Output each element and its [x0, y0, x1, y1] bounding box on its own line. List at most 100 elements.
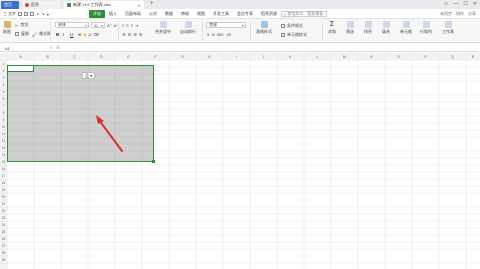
cell-button[interactable]: 单元格	[400, 21, 412, 35]
close-window-icon[interactable]: ✕	[473, 1, 477, 7]
filter-label: 筛选	[346, 29, 354, 34]
cut-label: 剪切	[20, 22, 29, 27]
border-icon[interactable]: ⊞	[78, 32, 81, 37]
decimal-icon[interactable]: .00	[225, 32, 231, 37]
tab-home[interactable]: 首页	[1, 1, 19, 9]
font-size-select[interactable]: 11 ▾	[91, 22, 105, 28]
currency-icon[interactable]: ¥	[207, 32, 209, 37]
indent-icon[interactable]: ⇥	[135, 23, 138, 28]
tab-start[interactable]: 开始	[89, 10, 105, 18]
spreadsheet-grid[interactable]: ABCDEFGHIJKLMNOPQR 1 2 3 4 5 6 7 8 9 10 11 12 13 14 15…	[0, 53, 480, 269]
wrap-text-button[interactable]: 自动换行	[180, 21, 196, 35]
tab-formulas[interactable]: 公式	[145, 10, 161, 18]
tab-data[interactable]: 数据	[161, 10, 177, 18]
filter-button[interactable]: 筛选	[346, 21, 354, 35]
layout-icon[interactable]: ▭	[444, 1, 449, 7]
conditional-format-icon	[281, 24, 285, 28]
font-color-icon[interactable]: A	[88, 32, 91, 37]
align-top-icon[interactable]: ≡	[122, 23, 124, 28]
thousands-icon[interactable]: 000	[217, 32, 224, 37]
underline-button[interactable]: U	[70, 32, 73, 37]
table-style-label: 表格样式	[256, 29, 272, 34]
divider	[322, 22, 323, 40]
row-col-label: 行和列	[420, 29, 432, 34]
minimize-icon[interactable]: —	[453, 1, 458, 7]
spreadsheet-icon	[67, 3, 71, 7]
align-middle-icon[interactable]: ≡	[126, 23, 128, 28]
new-tab-button[interactable]: +	[150, 1, 154, 8]
align-center-icon[interactable]: ☰	[128, 32, 132, 37]
menu-right-actions: 未同步 协作 分享	[440, 11, 476, 17]
fx-icon[interactable]: fx	[57, 45, 61, 50]
copy-button[interactable]: 复制	[15, 31, 29, 37]
tab-docer-resources[interactable]: 稻壳资源	[257, 10, 281, 18]
tab-review[interactable]: 审阅	[177, 10, 193, 18]
fill-button[interactable]: 填充	[382, 21, 390, 35]
align-left-icon[interactable]: ☰	[122, 32, 126, 37]
font-name-select[interactable]: 宋体 ▾	[55, 22, 89, 28]
increase-font-icon[interactable]: A⁺	[107, 23, 112, 28]
sigma-icon: Σ	[329, 21, 335, 28]
close-tab-icon[interactable]: ✕	[138, 3, 141, 8]
justify-icon[interactable]: ☰	[139, 32, 143, 37]
title-bar: 首页 稻壳 新建 XLS 工作表.xlsx ✕ + ▭ — ☐ ✕	[0, 0, 480, 9]
tab-page-layout[interactable]: 页面布局	[121, 10, 145, 18]
command-search-input[interactable]: ⌕ 查找命令、搜索模板	[281, 11, 327, 17]
arrow-head	[96, 115, 104, 124]
home-tab-label: 首页	[4, 2, 12, 7]
tab-member[interactable]: 会员专享	[233, 10, 257, 18]
align-top-row: ≡ ≡ ≡ ⇥	[122, 23, 138, 28]
row-col-button[interactable]: 行和列	[420, 21, 432, 35]
percent-icon[interactable]: %	[211, 32, 215, 37]
cell-style-label: 单元格样式	[287, 32, 307, 37]
conditional-format-button[interactable]: 条件格式	[281, 23, 303, 29]
table-style-button[interactable]: 表格样式	[256, 21, 272, 35]
tab-docer[interactable]: 稻壳	[22, 1, 60, 9]
row-col-icon	[422, 21, 430, 28]
tab-developer[interactable]: 开发工具	[209, 10, 233, 18]
redo-icon[interactable]: ↷	[41, 12, 44, 17]
tab-insert[interactable]: 插入	[105, 10, 121, 18]
fill-color-icon[interactable]: ◆	[83, 32, 86, 37]
tab-view[interactable]: 视图	[193, 10, 209, 18]
sum-label: 求和	[328, 29, 336, 34]
bold-button[interactable]: B	[56, 32, 59, 37]
paste-button[interactable]: 粘贴	[3, 21, 11, 35]
undo-icon[interactable]: ↶	[36, 12, 39, 17]
sort-label: 排序	[364, 29, 372, 34]
worksheet-button[interactable]: 工作表	[442, 21, 454, 35]
eraser-icon[interactable]: ⌫	[93, 32, 99, 37]
fill-icon	[382, 21, 390, 28]
print-icon[interactable]	[24, 12, 29, 16]
share-button[interactable]: 分享	[468, 11, 476, 17]
preview-icon[interactable]	[30, 12, 35, 16]
cut-button[interactable]: ✂ 剪切	[15, 22, 28, 28]
worksheet-icon	[444, 21, 452, 28]
sum-button[interactable]: Σ 求和	[328, 21, 336, 35]
divider	[118, 22, 119, 40]
collaborate-button[interactable]: 协作	[456, 11, 464, 17]
merge-center-button[interactable]: 合并居中	[155, 21, 171, 35]
save-icon[interactable]	[18, 12, 23, 16]
cell-style-button[interactable]: 单元格样式	[281, 32, 307, 38]
conditional-format-label: 条件格式	[287, 23, 303, 28]
name-box[interactable]: A1	[3, 45, 43, 51]
zoom-icon[interactable]: ⌕	[50, 45, 53, 50]
italic-button[interactable]: I	[63, 32, 64, 37]
sync-status[interactable]: 未同步	[440, 11, 452, 17]
sort-button[interactable]: 排序	[364, 21, 372, 35]
docer-icon	[25, 3, 29, 7]
font-size-value: 11	[94, 22, 99, 28]
tab-workbook[interactable]: 新建 XLS 工作表.xlsx ✕	[64, 1, 144, 9]
maximize-icon[interactable]: ☐	[463, 1, 467, 7]
file-menu[interactable]: 三 文件 ↶ ↷ ▾	[3, 11, 49, 17]
merge-icon	[159, 21, 167, 28]
format-painter-button[interactable]: 🖌 格式刷	[32, 31, 51, 37]
wrap-label: 自动换行	[180, 29, 196, 34]
align-bottom-row: ☰ ☰ ☰ ☰	[122, 32, 142, 37]
align-bottom-icon[interactable]: ≡	[131, 23, 133, 28]
formula-bar: A1 ⌕ fx	[0, 44, 480, 52]
number-format-select[interactable]: 常规 ▾	[206, 22, 246, 28]
chevron-down-icon[interactable]: ▾	[47, 12, 49, 17]
align-right-icon[interactable]: ☰	[133, 32, 137, 37]
